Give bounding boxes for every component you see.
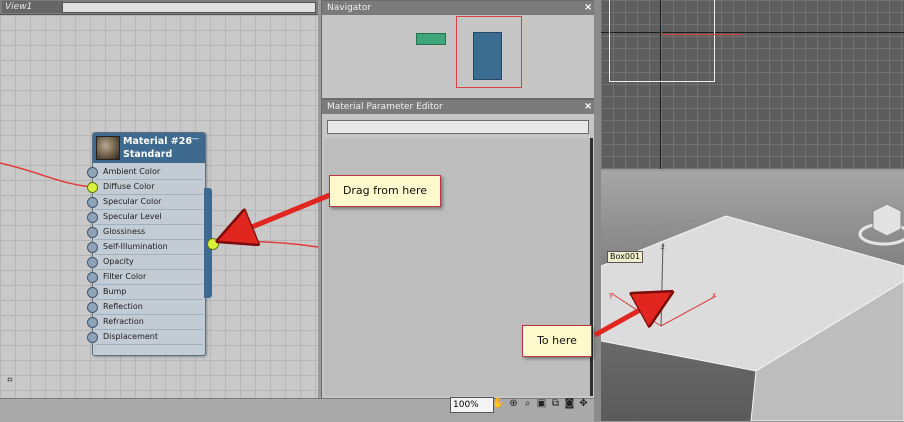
callout-drop-to: To here bbox=[522, 325, 592, 357]
annotation-arrows bbox=[0, 192, 904, 338]
arrow-to-output bbox=[225, 192, 331, 238]
arrow-to-box bbox=[593, 296, 665, 338]
callout-drag-from: Drag from here bbox=[329, 175, 441, 207]
